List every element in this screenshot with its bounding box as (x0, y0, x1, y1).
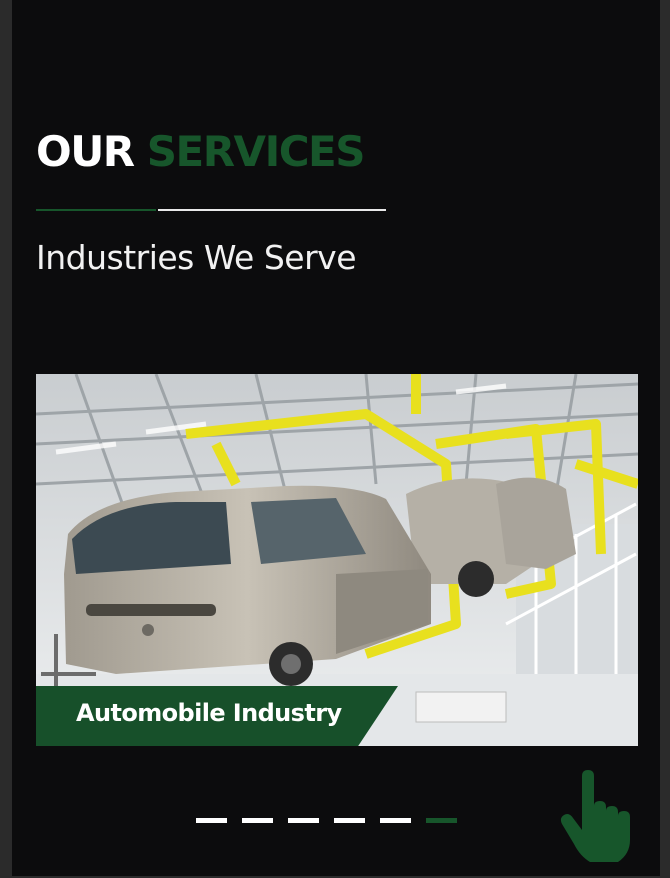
section-subtitle: Industries We Serve (36, 238, 357, 277)
heading-word-our: OUR (36, 127, 135, 176)
slide-caption-banner: Automobile Industry (36, 686, 398, 746)
slider-dot-5[interactable] (380, 818, 411, 823)
slider-dot-3[interactable] (288, 818, 319, 823)
heading-divider (158, 209, 386, 211)
slider-dot-1[interactable] (196, 818, 227, 823)
hand-pointer-icon (560, 770, 630, 862)
slider-dot-6[interactable] (426, 818, 457, 823)
slider-dot-2[interactable] (242, 818, 273, 823)
heading-divider-accent (36, 209, 156, 211)
industry-slide[interactable]: Automobile Industry (36, 374, 638, 746)
heading-word-services: SERVICES (146, 127, 366, 176)
services-section: OUR SERVICES Industries We Serve Automob… (12, 0, 660, 876)
slide-caption: Automobile Industry (76, 699, 342, 727)
slider-dot-4[interactable] (334, 818, 365, 823)
section-heading: OUR SERVICES (36, 127, 366, 176)
